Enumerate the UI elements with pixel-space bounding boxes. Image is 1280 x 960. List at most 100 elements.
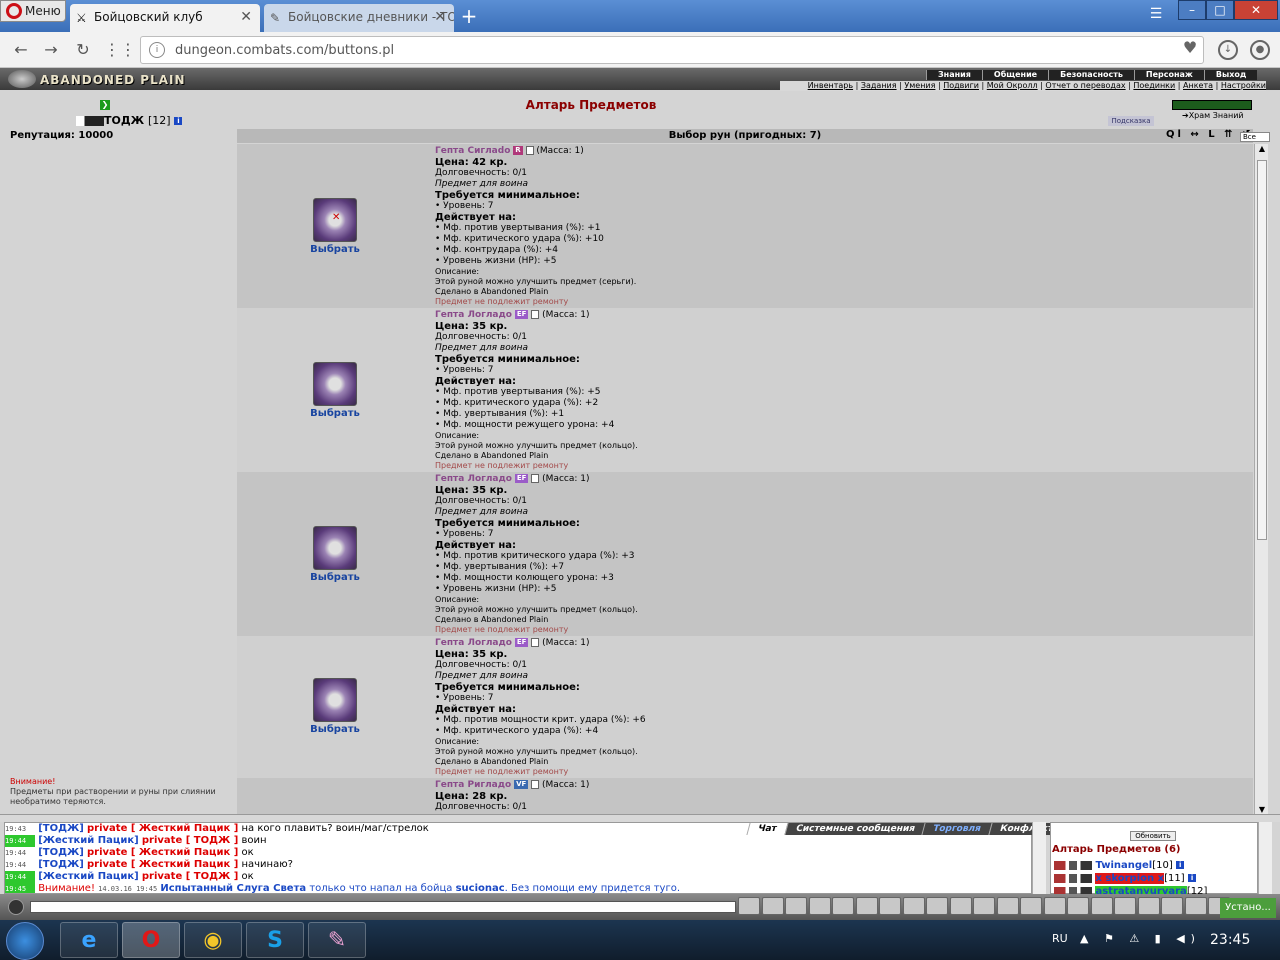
- minimize-button[interactable]: –: [1178, 0, 1206, 20]
- info-icon[interactable]: i: [174, 117, 183, 125]
- tab-trade[interactable]: Торговля: [921, 823, 992, 835]
- doc-icon[interactable]: [525, 146, 534, 155]
- url-field[interactable]: i dungeon.combats.com/buttons.pl: [140, 36, 1204, 64]
- chat-private[interactable]: private [ ТОДЖ ]: [142, 835, 238, 846]
- item-name[interactable]: Гепта Логладо: [435, 474, 512, 484]
- setup-button[interactable]: Устано...: [1220, 898, 1276, 918]
- language-indicator[interactable]: RU: [1052, 932, 1068, 945]
- link-profile[interactable]: Анкета: [1183, 81, 1213, 90]
- doc-icon[interactable]: [531, 780, 540, 789]
- doc-icon[interactable]: [531, 474, 540, 483]
- hint-button[interactable]: Подсказка: [1108, 116, 1154, 126]
- paint-icon[interactable]: ✎: [308, 922, 366, 958]
- refresh-button[interactable]: Обновить: [1130, 831, 1176, 841]
- online-scrollbar[interactable]: [1258, 822, 1272, 894]
- pet-icon[interactable]: [1161, 897, 1183, 915]
- fight-icon[interactable]: [832, 897, 854, 915]
- heart-icon[interactable]: ♥: [1180, 40, 1200, 60]
- music-icon[interactable]: [1067, 897, 1089, 915]
- link-feats[interactable]: Подвиги: [943, 81, 979, 90]
- tab-menu-icon[interactable]: ☰: [1146, 6, 1166, 26]
- start-button[interactable]: [6, 922, 44, 960]
- opera-icon[interactable]: O: [122, 922, 180, 958]
- chat-input[interactable]: [30, 901, 736, 913]
- skype-icon[interactable]: S: [246, 922, 304, 958]
- menu-exit[interactable]: Выход: [1203, 70, 1258, 80]
- link-quests[interactable]: Задания: [861, 81, 897, 90]
- torch-icon[interactable]: [973, 897, 995, 915]
- chat-private[interactable]: private [ Жесткий Пацик ]: [87, 823, 238, 834]
- expand-icon[interactable]: ❯: [100, 100, 110, 110]
- online-user[interactable]: x skorpion x[11] i: [1054, 873, 1197, 884]
- link-battles[interactable]: Поединки: [1133, 81, 1175, 90]
- menu-communication[interactable]: Общение: [981, 70, 1049, 80]
- send-icon[interactable]: [738, 897, 760, 915]
- bag-icon[interactable]: [1137, 897, 1160, 915]
- download-icon[interactable]: ↓: [1218, 40, 1238, 60]
- potion-icon[interactable]: [1020, 897, 1042, 915]
- link-transfers[interactable]: Отчет о переводах: [1045, 81, 1125, 90]
- chat-user[interactable]: [Жесткий Пацик]: [38, 835, 139, 846]
- user-name[interactable]: x skorpion x: [1095, 873, 1165, 884]
- opera-menu-button[interactable]: Меню: [0, 0, 66, 22]
- rune-image[interactable]: ✕: [313, 198, 357, 242]
- link-my-scroll[interactable]: Мой Окролл: [987, 81, 1038, 90]
- tab-chat[interactable]: Чат: [746, 823, 788, 835]
- clear-icon[interactable]: [761, 897, 784, 915]
- list-scrollbar[interactable]: ▲ ▼: [1254, 144, 1268, 814]
- back-icon[interactable]: ←: [10, 40, 32, 60]
- pick-button[interactable]: Выбрать: [297, 572, 373, 583]
- scroll-up-icon[interactable]: ▲: [1255, 144, 1269, 153]
- ie-icon[interactable]: e: [60, 922, 118, 958]
- tab-fight-diaries[interactable]: ✎ Бойцовские дневники - ТО ✕: [264, 4, 454, 32]
- scroll-thumb[interactable]: [1257, 160, 1267, 540]
- doc-icon[interactable]: [531, 310, 540, 319]
- save-icon[interactable]: [808, 897, 831, 915]
- tab-system[interactable]: Системные сообщения: [783, 823, 926, 835]
- chat-private[interactable]: private [ Жесткий Пацик ]: [87, 847, 238, 858]
- close-tab-icon[interactable]: ✕: [434, 9, 446, 25]
- item-name[interactable]: Гепта Логладо: [435, 638, 512, 648]
- temple-label[interactable]: ➔Храм Знаний: [1182, 111, 1244, 120]
- chat-user[interactable]: [ТОДЖ]: [38, 847, 84, 858]
- link-settings[interactable]: Настройки: [1221, 81, 1266, 90]
- reload-icon[interactable]: ↻: [72, 40, 94, 60]
- link-skills[interactable]: Умения: [904, 81, 935, 90]
- chat-private[interactable]: private [ Жесткий Пацик ]: [87, 859, 238, 870]
- filter-icon[interactable]: [785, 897, 807, 915]
- rune-icon[interactable]: [996, 897, 1019, 915]
- player-nick[interactable]: ТОДЖ [12] i: [76, 114, 183, 127]
- user-name[interactable]: Twinangel: [1095, 860, 1152, 871]
- smile-icon[interactable]: [8, 899, 24, 915]
- link-inventory[interactable]: Инвентарь: [808, 81, 853, 90]
- system-tray-icons[interactable]: ▲ ⚑ ⚠ ▮ ◀): [1080, 932, 1201, 945]
- all-filter-button[interactable]: Все: [1240, 132, 1270, 142]
- clock[interactable]: 23:45: [1210, 932, 1250, 948]
- forward-icon[interactable]: →: [40, 40, 62, 60]
- boot-icon[interactable]: [879, 897, 901, 915]
- menu-character[interactable]: Персонаж: [1133, 70, 1204, 80]
- camera-icon[interactable]: [926, 897, 948, 915]
- close-window-button[interactable]: ✕: [1234, 0, 1278, 20]
- account-icon[interactable]: ●: [1250, 40, 1270, 60]
- helmet-icon[interactable]: [1090, 897, 1113, 915]
- chat-user[interactable]: [ТОДЖ]: [38, 859, 84, 870]
- chat-user[interactable]: [Жесткий Пацик]: [38, 871, 139, 882]
- pick-button[interactable]: Выбрать: [297, 724, 373, 735]
- pick-button[interactable]: Выбрать: [297, 244, 373, 255]
- smile-face-icon[interactable]: [902, 897, 925, 915]
- rune-image[interactable]: [313, 526, 357, 570]
- shield-icon[interactable]: [949, 897, 972, 915]
- rune-image[interactable]: [313, 362, 357, 406]
- chat-divider[interactable]: [0, 814, 1280, 822]
- item-name[interactable]: Гепта Сиглado: [435, 146, 510, 156]
- chat-attacker[interactable]: Испытанный Слуга Света: [160, 883, 306, 893]
- new-tab-button[interactable]: +: [458, 6, 480, 28]
- menu-knowledge[interactable]: Знания: [926, 70, 982, 80]
- menu-security[interactable]: Безопасность: [1048, 70, 1134, 80]
- online-user[interactable]: astratanyurvara[12]: [1054, 886, 1207, 894]
- rune-image[interactable]: [313, 678, 357, 722]
- sword-icon[interactable]: [855, 897, 878, 915]
- item-name[interactable]: Гепта Логладо: [435, 310, 512, 320]
- site-info-icon[interactable]: i: [149, 42, 165, 58]
